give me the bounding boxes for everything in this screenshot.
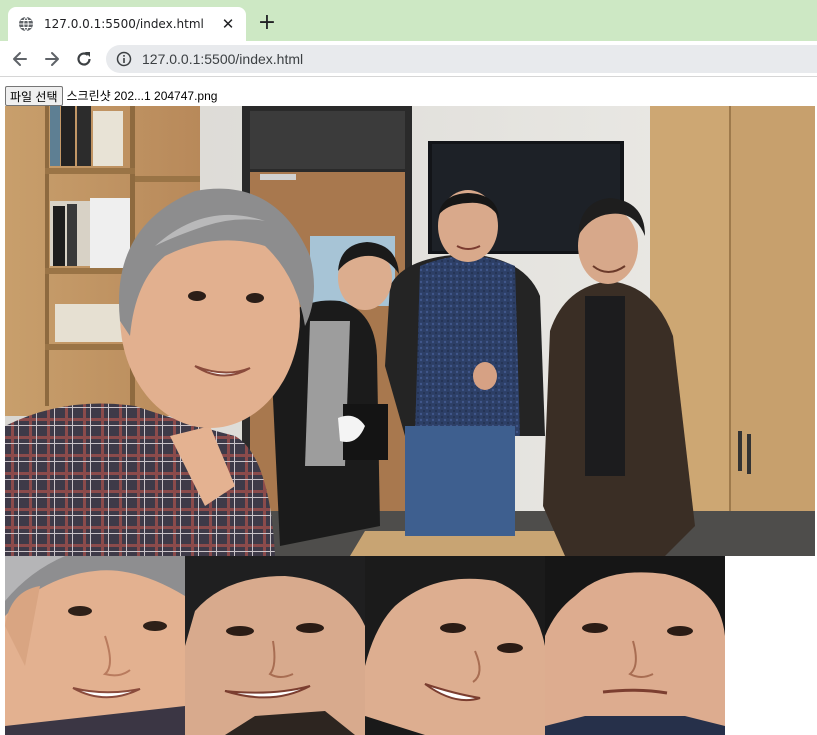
forward-arrow-icon[interactable] bbox=[42, 49, 62, 69]
back-arrow-icon[interactable] bbox=[10, 49, 30, 69]
reload-icon[interactable] bbox=[74, 49, 94, 69]
uploaded-photo bbox=[5, 106, 815, 556]
file-input: 파일 선택 스크린샷 202...1 204747.png bbox=[5, 85, 217, 106]
face-crop-1 bbox=[5, 556, 185, 735]
globe-icon bbox=[18, 16, 34, 32]
face-crop-4 bbox=[545, 556, 725, 735]
close-icon[interactable]: ✕ bbox=[220, 16, 236, 32]
info-icon[interactable] bbox=[116, 51, 132, 67]
face-crop-3 bbox=[365, 556, 545, 735]
face-crop-2 bbox=[185, 556, 365, 735]
face-crops bbox=[5, 556, 725, 735]
plus-icon[interactable]: + bbox=[256, 12, 278, 34]
address-bar[interactable]: 127.0.0.1:5500/index.html bbox=[106, 45, 817, 73]
url-text: 127.0.0.1:5500/index.html bbox=[142, 51, 304, 67]
browser-toolbar: 127.0.0.1:5500/index.html bbox=[0, 41, 817, 77]
selected-file-name: 스크린샷 202...1 204747.png bbox=[66, 89, 218, 103]
tab-strip: 127.0.0.1:5500/index.html ✕ + bbox=[0, 0, 817, 41]
tab-title: 127.0.0.1:5500/index.html bbox=[44, 17, 204, 31]
choose-file-button[interactable]: 파일 선택 bbox=[5, 85, 63, 106]
browser-tab[interactable]: 127.0.0.1:5500/index.html ✕ bbox=[8, 7, 246, 41]
